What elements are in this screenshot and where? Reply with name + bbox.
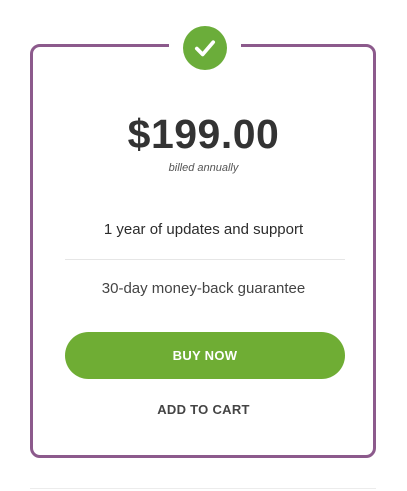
page: $199.00 billed annually 1 year of update… bbox=[0, 0, 407, 491]
buy-now-button[interactable]: BUY NOW bbox=[65, 332, 345, 379]
add-to-cart-link[interactable]: ADD TO CART bbox=[0, 402, 407, 417]
pricing-card bbox=[30, 44, 376, 458]
checkmark-icon bbox=[183, 26, 227, 70]
feature-updates-support: 1 year of updates and support bbox=[103, 221, 304, 238]
feature-divider bbox=[65, 259, 345, 260]
feature-money-back-guarantee: 30-day money-back guarantee bbox=[101, 280, 306, 297]
bottom-divider bbox=[30, 488, 376, 489]
check-badge bbox=[169, 16, 241, 80]
price: $199.00 bbox=[127, 111, 280, 157]
billing-note: billed annually bbox=[168, 162, 239, 174]
